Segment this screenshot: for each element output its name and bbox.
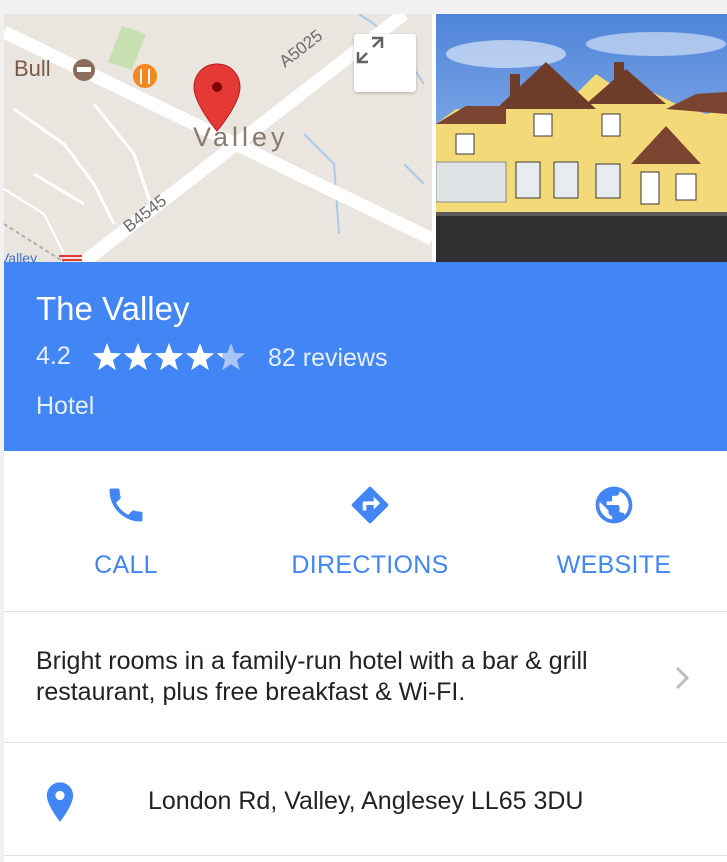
expand-icon (356, 36, 384, 64)
restaurant-icon (133, 64, 157, 88)
map-label-bull: Bull (14, 56, 51, 81)
description-text: Bright rooms in a family-run hotel with … (36, 647, 588, 706)
rating-value: 4.2 (36, 342, 71, 370)
description-row[interactable]: Bright rooms in a family-run hotel with … (4, 612, 727, 743)
place-category: Hotel (36, 392, 95, 420)
map-label-valley: Valley (193, 122, 289, 152)
place-title: The Valley (36, 290, 190, 327)
reviews-link[interactable]: 82 reviews (268, 344, 388, 373)
globe-icon (595, 486, 633, 524)
action-bar: CALL DIRECTIONS WEBSITE (4, 451, 727, 612)
hotel-photo-drawing (436, 14, 727, 262)
place-card: Bull Valley A5025 B4545 Valley (4, 14, 727, 862)
star-icon (154, 343, 184, 371)
website-label: WEBSITE (556, 551, 672, 579)
website-button[interactable]: WEBSITE (494, 451, 727, 611)
call-label: CALL (94, 551, 158, 579)
directions-button[interactable]: DIRECTIONS (250, 451, 490, 611)
star-icon (185, 343, 215, 371)
place-header: The Valley 4.2 82 reviews Hotel (4, 262, 727, 451)
location-pin-icon (46, 782, 74, 822)
star-icon (216, 343, 246, 371)
call-button[interactable]: CALL (6, 451, 246, 611)
map-preview[interactable]: Bull Valley A5025 B4545 Valley (4, 14, 432, 262)
address-row[interactable]: London Rd, Valley, Anglesey LL65 3DU (4, 743, 727, 856)
star-icon (123, 343, 153, 371)
phone-icon (109, 488, 143, 522)
directions-label: DIRECTIONS (291, 551, 449, 579)
directions-icon (351, 486, 389, 524)
star-icon (92, 343, 122, 371)
media-strip: Bull Valley A5025 B4545 Valley (4, 14, 727, 262)
hotel-photo[interactable] (436, 14, 727, 262)
address-text: London Rd, Valley, Anglesey LL65 3DU (148, 787, 584, 815)
rating-stars (92, 343, 246, 371)
map-label-station: Valley (4, 250, 38, 262)
chevron-right-icon (675, 666, 690, 690)
expand-map-button[interactable] (354, 34, 416, 92)
